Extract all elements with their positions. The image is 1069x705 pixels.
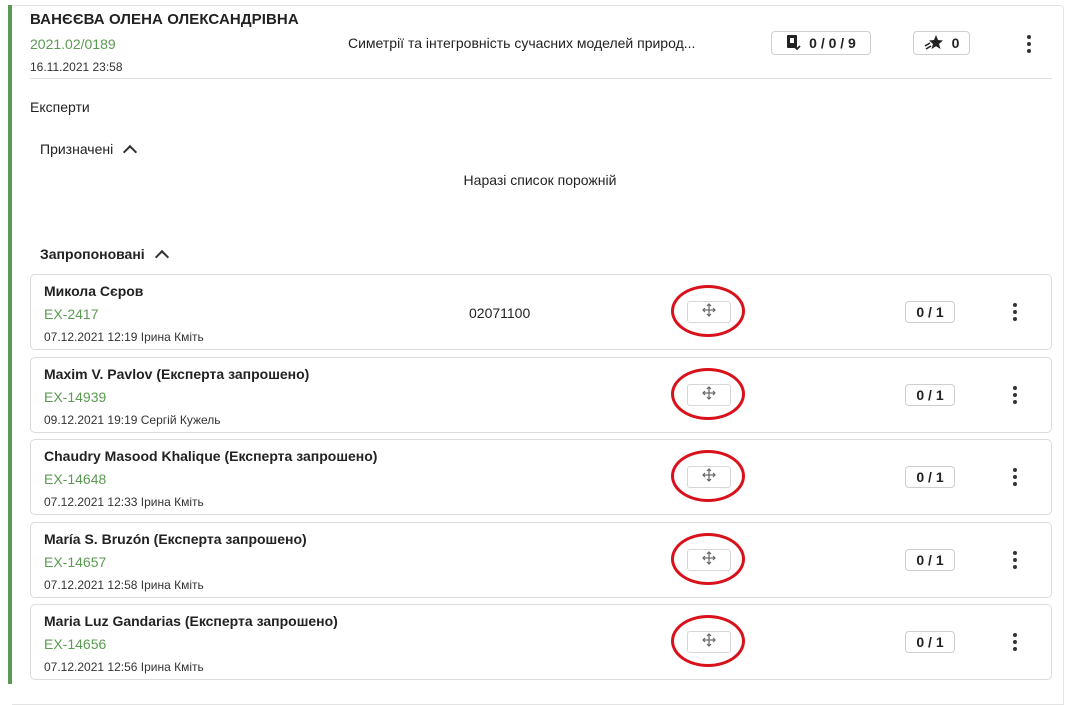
reviews-counter-badge[interactable]: 0 / 0 / 9: [771, 31, 871, 55]
red-highlight-circle: [671, 533, 745, 585]
expert-meta: 09.12.2021 19:19 Сергій Кужель: [44, 413, 221, 427]
expert-score-badge: 0 / 1: [905, 384, 955, 406]
row-more-menu-icon[interactable]: [1012, 551, 1018, 569]
chevron-up-icon: [123, 144, 138, 159]
application-code-link[interactable]: 2021.02/0189: [30, 36, 116, 52]
expert-meta: 07.12.2021 12:56 Ірина Кміть: [44, 660, 204, 674]
reviews-count: 0 / 0 / 9: [809, 35, 856, 51]
header-more-menu-icon[interactable]: [1026, 35, 1032, 53]
red-highlight-circle: [671, 285, 745, 337]
expert-number: 02071100: [469, 305, 531, 321]
expert-name: Maxim V. Pavlov (Експерта запрошено): [44, 366, 310, 382]
experts-section-title: Експерти: [30, 99, 90, 115]
star-burst-icon: [924, 34, 952, 53]
expert-name: Maria Luz Gandarias (Експерта запрошено): [44, 613, 338, 629]
expert-score-badge: 0 / 1: [905, 549, 955, 571]
expert-row: María S. Bruzón (Експерта запрошено) EX-…: [30, 522, 1052, 598]
red-highlight-circle: [671, 615, 745, 667]
rating-counter-badge[interactable]: 0: [913, 31, 970, 55]
row-more-menu-icon[interactable]: [1012, 303, 1018, 321]
expert-name: Chaudry Masood Khalique (Експерта запрош…: [44, 448, 378, 464]
row-more-menu-icon[interactable]: [1012, 386, 1018, 404]
expert-row: Микола Сєров EX-2417 07.12.2021 12:19 Ір…: [30, 274, 1052, 350]
expert-meta: 07.12.2021 12:33 Ірина Кміть: [44, 495, 204, 509]
expert-name: María S. Bruzón (Експерта запрошено): [44, 531, 307, 547]
expert-score-badge: 0 / 1: [905, 301, 955, 323]
application-card: [12, 5, 1064, 705]
row-more-menu-icon[interactable]: [1012, 633, 1018, 651]
expert-code-link[interactable]: EX-14648: [44, 471, 106, 487]
expert-score-badge: 0 / 1: [905, 466, 955, 488]
expert-row: Maxim V. Pavlov (Експерта запрошено) EX-…: [30, 357, 1052, 433]
bookmark-doc-icon: [786, 34, 809, 53]
red-highlight-circle: [671, 368, 745, 420]
expert-row: Chaudry Masood Khalique (Експерта запрош…: [30, 439, 1052, 515]
proposed-section-toggle[interactable]: Запропоновані: [40, 246, 169, 264]
red-highlight-circle: [671, 450, 745, 502]
expert-code-link[interactable]: EX-14657: [44, 554, 106, 570]
expert-score-badge: 0 / 1: [905, 631, 955, 653]
row-more-menu-icon[interactable]: [1012, 468, 1018, 486]
application-title: Симетрії та інтегровність сучасних модел…: [348, 35, 696, 51]
chevron-up-icon: [154, 249, 169, 264]
expert-row: Maria Luz Gandarias (Експерта запрошено)…: [30, 604, 1052, 680]
assigned-empty-message: Наразі список порожній: [463, 172, 617, 188]
proposed-section-label: Запропоновані: [40, 246, 145, 262]
expert-code-link[interactable]: EX-14939: [44, 389, 106, 405]
expert-meta: 07.12.2021 12:58 Ірина Кміть: [44, 578, 204, 592]
expert-meta: 07.12.2021 12:19 Ірина Кміть: [44, 330, 204, 344]
expert-code-link[interactable]: EX-2417: [44, 306, 98, 322]
expert-code-link[interactable]: EX-14656: [44, 636, 106, 652]
applicant-name: ВАНЄЄВА ОЛЕНА ОЛЕКСАНДРІВНА: [30, 11, 299, 28]
assigned-section-toggle[interactable]: Призначені: [40, 141, 138, 159]
expert-name: Микола Сєров: [44, 283, 144, 299]
assigned-section-label: Призначені: [40, 141, 114, 157]
application-date: 16.11.2021 23:58: [30, 60, 123, 74]
rating-count: 0: [951, 35, 960, 51]
header-divider: [30, 78, 1052, 79]
